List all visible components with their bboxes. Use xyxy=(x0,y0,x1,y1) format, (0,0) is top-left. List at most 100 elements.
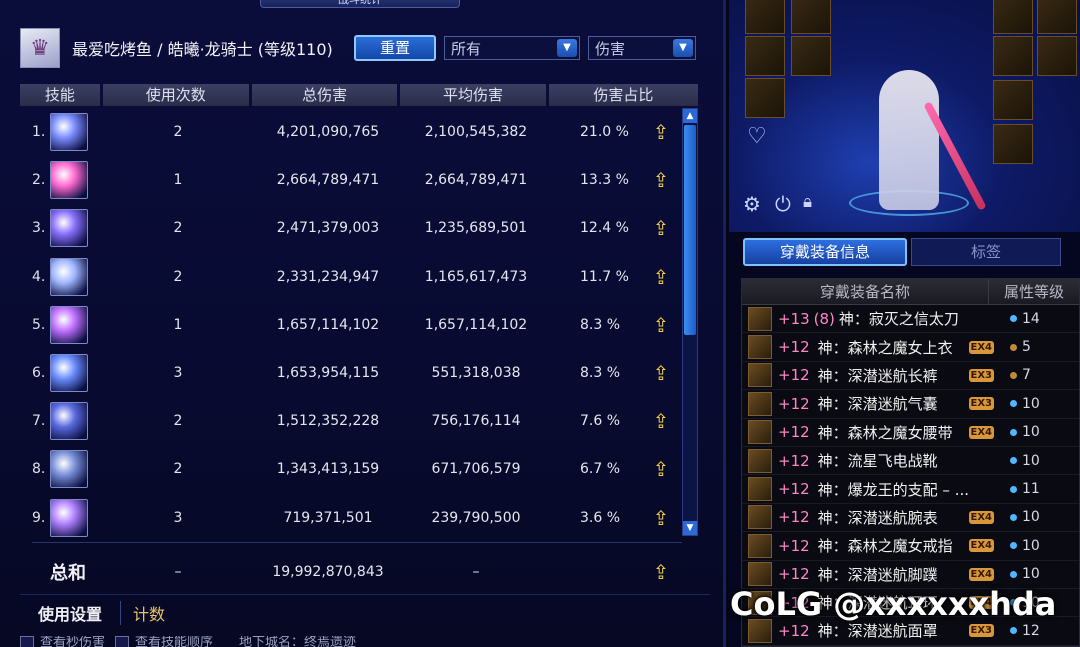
tab-count[interactable]: 计数 xyxy=(121,601,165,625)
equipment-slot[interactable] xyxy=(993,0,1033,34)
share-cell: 8.3 % ⇪ xyxy=(550,312,680,338)
option2-checkbox[interactable] xyxy=(115,636,130,647)
rank-number: 4. xyxy=(32,268,46,285)
equipment-row[interactable]: +12 神：流星飞电战靴 10 xyxy=(742,447,1079,476)
share-icon[interactable]: ⇪ xyxy=(646,167,676,193)
tab-equipped-info[interactable]: 穿戴装备信息 xyxy=(743,238,907,266)
column-header-skill[interactable]: 技能 xyxy=(20,84,100,106)
equipment-slot[interactable] xyxy=(1037,0,1077,34)
element-dot-icon xyxy=(1010,542,1017,550)
settings-icon[interactable]: ⚙ xyxy=(743,192,761,216)
share-icon[interactable]: ⇪ xyxy=(646,408,676,434)
share-icon[interactable]: ⇪ xyxy=(646,119,676,145)
equipment-row[interactable]: +13 (8) 神：寂灭之信太刀 14 xyxy=(742,305,1079,334)
skill-icon[interactable] xyxy=(50,161,88,200)
equipment-row[interactable]: +12 神：森林之魔女腰带 EX4 10 xyxy=(742,419,1079,447)
table-row[interactable]: 9. 3 719,371,501 239,790,500 3.6 % ⇪ xyxy=(20,494,680,542)
reset-button[interactable]: 重置 xyxy=(354,35,436,61)
skill-icon[interactable] xyxy=(50,113,88,152)
damage-share-value: 12.4 % xyxy=(580,220,629,237)
equipment-row[interactable]: +12 神：森林之魔女戒指 EX4 10 xyxy=(742,532,1079,561)
table-row[interactable]: 7. 2 1,512,352,228 756,176,114 7.6 % ⇪ xyxy=(20,397,680,445)
equipment-slot[interactable] xyxy=(791,0,831,34)
column-header-attribute-level: 属性等级 xyxy=(1003,283,1064,301)
set-badge: EX4 xyxy=(968,340,994,354)
skill-icon[interactable] xyxy=(50,354,88,393)
table-row[interactable]: 8. 2 1,343,413,159 671,706,579 6.7 % ⇪ xyxy=(20,445,680,493)
equipment-icon xyxy=(748,533,772,558)
panel-title: 战斗统计 xyxy=(260,0,460,8)
reinforce-level: +12 xyxy=(778,366,810,385)
equipment-name: 神：森林之魔女腰带 xyxy=(817,423,953,442)
share-icon[interactable]: ⇪ xyxy=(646,559,676,585)
scroll-up-icon[interactable]: ▲ xyxy=(683,109,697,123)
equipment-slot[interactable] xyxy=(993,124,1033,164)
scroll-thumb[interactable] xyxy=(684,125,696,335)
share-icon[interactable]: ⇪ xyxy=(646,360,676,386)
set-badge: EX4 xyxy=(968,425,994,439)
table-row[interactable]: 2. 1 2,664,789,471 2,664,789,471 13.3 % ⇪ xyxy=(20,156,680,204)
skill-icon[interactable] xyxy=(50,450,88,489)
column-header-average-damage[interactable]: 平均伤害 xyxy=(400,84,546,106)
reinforce-level: +12 xyxy=(778,508,810,527)
damage-share-value: 13.3 % xyxy=(580,172,629,189)
equipment-slot[interactable] xyxy=(745,0,785,34)
share-icon[interactable]: ⇪ xyxy=(646,312,676,338)
scroll-down-icon[interactable]: ▼ xyxy=(683,521,697,535)
table-scrollbar[interactable]: ▲ ▼ xyxy=(682,108,698,536)
equipment-name-cell: +12 神：爆龙王的支配 – ... xyxy=(778,479,994,500)
skill-icon[interactable] xyxy=(50,402,88,441)
equipment-slot[interactable] xyxy=(993,36,1033,76)
tab-tags[interactable]: 标签 xyxy=(911,238,1061,266)
skill-icon[interactable] xyxy=(50,257,88,296)
equipment-slot[interactable] xyxy=(993,80,1033,120)
table-row[interactable]: 1. 2 4,201,090,765 2,100,545,382 21.0 % ⇪ xyxy=(20,108,680,156)
scope-select[interactable]: 所有 ▼ xyxy=(444,36,580,60)
skill-cell: 5. xyxy=(20,305,102,344)
heart-icon[interactable]: ♡ xyxy=(747,124,767,149)
equipment-slot[interactable] xyxy=(1037,36,1077,76)
equipment-name-cell: +12 神：深潜迷航长裤 EX3 xyxy=(778,365,994,386)
chevron-down-icon[interactable]: ▼ xyxy=(673,39,693,57)
divider xyxy=(32,542,682,543)
attribute-level-cell: 10 xyxy=(994,538,1054,554)
equipment-slot[interactable] xyxy=(745,78,785,118)
equipment-row[interactable]: +12 神：爆龙王的支配 – ... 11 xyxy=(742,475,1079,504)
share-icon[interactable]: ⇪ xyxy=(646,456,676,482)
tab-usage-settings[interactable]: 使用设置 xyxy=(20,600,122,625)
share-icon[interactable]: ⇪ xyxy=(646,215,676,241)
skill-icon[interactable] xyxy=(50,498,88,537)
element-dot-icon xyxy=(1010,570,1017,578)
share-icon[interactable]: ⇪ xyxy=(646,505,676,531)
share-cell: 6.7 % ⇪ xyxy=(550,456,680,482)
rank-number: 7. xyxy=(32,413,46,430)
lock-icon[interactable]: 🔒︎ xyxy=(803,192,812,212)
table-row[interactable]: 5. 1 1,657,114,102 1,657,114,102 8.3 % ⇪ xyxy=(20,301,680,349)
table-row[interactable]: 6. 3 1,653,954,115 551,318,038 8.3 % ⇪ xyxy=(20,349,680,397)
share-cell: 8.3 % ⇪ xyxy=(550,360,680,386)
column-header-damage-share[interactable]: 伤害占比 xyxy=(548,84,698,106)
equipment-name-cell: +12 神：深潜迷航气囊 EX3 xyxy=(778,393,994,414)
equipment-row[interactable]: +12 神：深潜迷航腕表 EX4 10 xyxy=(742,504,1079,533)
set-badge: EX4 xyxy=(968,539,994,553)
chevron-down-icon[interactable]: ▼ xyxy=(557,39,577,57)
metric-select[interactable]: 伤害 ▼ xyxy=(588,36,696,60)
equipment-slot[interactable] xyxy=(791,36,831,76)
skill-icon[interactable] xyxy=(50,209,88,248)
table-row[interactable]: 4. 2 2,331,234,947 1,165,617,473 11.7 % ⇪ xyxy=(20,253,680,301)
power-icon[interactable]: ⏻ xyxy=(775,192,791,216)
share-icon[interactable]: ⇪ xyxy=(646,264,676,290)
share-cell: 7.6 % ⇪ xyxy=(550,408,680,434)
equipment-row[interactable]: +12 神：森林之魔女上衣 EX4 5 xyxy=(742,333,1079,362)
skill-icon[interactable] xyxy=(50,305,88,344)
column-header-total-damage[interactable]: 总伤害 xyxy=(251,84,398,106)
equipment-name-cell: +12 神：深潜迷航脚蹼 EX4 xyxy=(778,564,994,585)
option1-checkbox[interactable] xyxy=(20,636,34,647)
element-dot-icon xyxy=(1010,457,1017,465)
equipment-row[interactable]: +12 神：深潜迷航气囊 EX3 10 xyxy=(742,390,1079,419)
equipment-slot[interactable] xyxy=(745,36,785,76)
column-header-equipment-name: 穿戴装备名称 xyxy=(742,279,989,304)
column-header-uses[interactable]: 使用次数 xyxy=(102,84,249,106)
equipment-row[interactable]: +12 神：深潜迷航长裤 EX3 7 xyxy=(742,362,1079,391)
table-row[interactable]: 3. 2 2,471,379,003 1,235,689,501 12.4 % ⇪ xyxy=(20,204,680,252)
